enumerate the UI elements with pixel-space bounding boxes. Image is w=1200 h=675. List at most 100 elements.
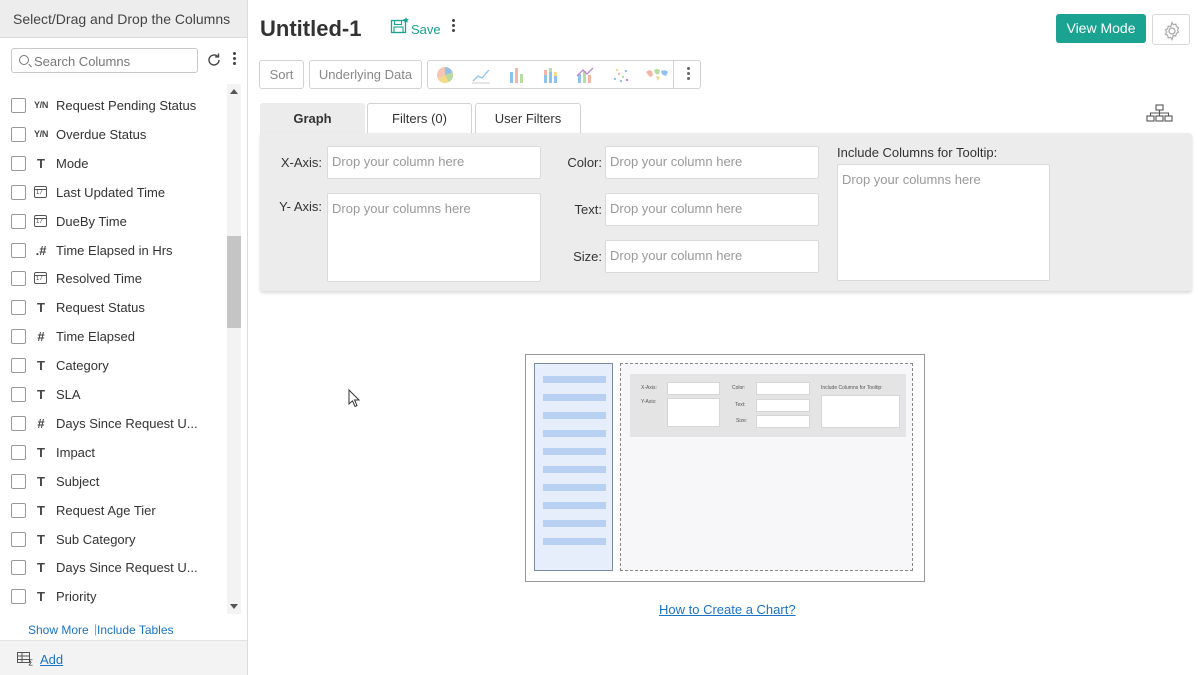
tooltip-label: Include Columns for Tooltip: <box>837 145 998 160</box>
tab-user-filters[interactable]: User Filters <box>475 103 581 133</box>
column-checkbox[interactable] <box>11 444 26 460</box>
stacked-bar-icon[interactable] <box>541 66 561 84</box>
column-checkbox[interactable] <box>11 329 26 345</box>
column-checkbox[interactable] <box>11 560 26 576</box>
filters-count: (0) <box>431 111 447 126</box>
mouse-cursor-icon <box>348 389 361 408</box>
column-item[interactable]: # Time Elapsed <box>0 322 228 351</box>
column-checkbox[interactable] <box>11 271 26 287</box>
date-type-icon <box>34 185 47 198</box>
report-title[interactable]: Untitled-1 <box>260 16 361 42</box>
column-checkbox[interactable] <box>11 155 26 171</box>
y-axis-drop-zone[interactable]: Drop your columns here <box>327 193 541 282</box>
tab-filters[interactable]: Filters (0) <box>367 103 472 133</box>
bar-chart-icon[interactable] <box>507 66 527 84</box>
column-item[interactable]: # Days Since Request U... <box>0 409 228 438</box>
column-item[interactable]: Last Updated Time <box>0 178 228 207</box>
column-item[interactable]: .# Time Elapsed in Hrs <box>0 236 228 265</box>
column-label: Time Elapsed <box>56 329 135 345</box>
column-item[interactable]: T Subject <box>0 467 228 496</box>
text-type-icon: T <box>37 358 45 374</box>
pie-chart-icon[interactable] <box>435 66 455 84</box>
tab-filters-label: Filters <box>392 111 428 126</box>
column-checkbox[interactable] <box>11 300 26 316</box>
title-more-icon[interactable] <box>448 17 458 37</box>
column-checkbox[interactable] <box>11 184 26 200</box>
column-item[interactable]: Resolved Time <box>0 264 228 293</box>
hierarchy-icon[interactable] <box>1146 104 1174 122</box>
sidebar-more-icon[interactable] <box>229 50 239 72</box>
column-item[interactable]: T Request Status <box>0 293 228 322</box>
combo-chart-icon[interactable] <box>575 66 595 84</box>
illus-tooltip: Include Columns for Tooltip: <box>821 385 883 391</box>
column-checkbox[interactable] <box>11 98 26 113</box>
text-type-icon: T <box>37 473 45 489</box>
show-more-link[interactable]: Show More <box>28 623 89 637</box>
illus-color: Color: <box>732 385 746 391</box>
column-item[interactable]: T Category <box>0 351 228 380</box>
illus-sidebar <box>534 363 613 571</box>
color-drop-zone[interactable]: Drop your column here <box>605 146 819 179</box>
column-checkbox[interactable] <box>11 502 26 518</box>
illus-text: Text: <box>735 402 746 408</box>
text-type-icon: T <box>37 589 45 605</box>
column-checkbox[interactable] <box>11 415 26 431</box>
column-checkbox[interactable] <box>11 589 26 605</box>
column-item[interactable]: DueBy Time <box>0 207 228 236</box>
sort-button[interactable]: Sort <box>259 60 304 89</box>
tooltip-drop-zone[interactable]: Drop your columns here <box>837 164 1050 281</box>
text-type-icon: T <box>37 444 45 460</box>
include-tables-link[interactable]: Include Tables <box>97 623 174 637</box>
column-label: Request Pending Status <box>56 98 197 113</box>
column-checkbox[interactable] <box>11 126 26 142</box>
view-mode-button[interactable]: View Mode <box>1056 14 1146 43</box>
sidebar-footer-links: Show More | Include Tables <box>0 619 247 639</box>
column-item[interactable]: T Mode <box>0 149 228 178</box>
column-label: Resolved Time <box>56 271 142 287</box>
x-axis-drop-zone[interactable]: Drop your column here <box>327 146 541 179</box>
refresh-icon[interactable] <box>206 52 222 68</box>
column-checkbox[interactable] <box>11 531 26 547</box>
save-button[interactable]: Save <box>390 16 441 38</box>
text-drop-zone[interactable]: Drop your column here <box>605 193 819 226</box>
column-item[interactable]: T Sub Category <box>0 525 228 554</box>
column-item[interactable]: Y/N Request Pending Status <box>0 91 228 120</box>
column-label: Request Status <box>56 300 145 316</box>
column-item[interactable]: Y/N Overdue Status <box>0 120 228 149</box>
chart-more-icon[interactable] <box>683 65 693 85</box>
search-box[interactable] <box>11 48 198 73</box>
settings-button[interactable] <box>1152 14 1190 45</box>
date-type-icon <box>34 272 47 285</box>
save-label: Save <box>411 22 441 37</box>
tab-graph[interactable]: Graph <box>260 103 365 134</box>
column-checkbox[interactable] <box>11 242 26 258</box>
underlying-data-button[interactable]: Underlying Data <box>309 60 422 89</box>
column-checkbox[interactable] <box>11 387 26 402</box>
column-item[interactable]: T Priority <box>0 582 228 611</box>
boolean-type-icon: Y/N <box>33 128 49 139</box>
column-checkbox[interactable] <box>11 213 26 229</box>
column-item[interactable]: T Request Age Tier <box>0 496 228 525</box>
line-chart-icon[interactable] <box>471 66 491 84</box>
column-item[interactable]: T SLA <box>0 380 228 409</box>
map-chart-icon[interactable] <box>644 66 670 84</box>
illus-y-axis: Y-Axis: <box>641 399 657 405</box>
column-label: Request Age Tier <box>56 502 156 518</box>
sidebar-scrollbar[interactable] <box>227 84 241 614</box>
column-checkbox[interactable] <box>11 358 26 374</box>
scroll-up-icon[interactable] <box>230 89 238 94</box>
text-type-icon: T <box>37 502 45 518</box>
number-type-icon: # <box>37 329 45 345</box>
column-item[interactable]: T Days Since Request U... <box>0 553 228 582</box>
search-input[interactable] <box>34 52 194 70</box>
scatter-chart-icon[interactable] <box>611 66 631 84</box>
illus-size: Size: <box>736 418 748 424</box>
scroll-thumb[interactable] <box>227 236 241 328</box>
column-item[interactable]: T Impact <box>0 438 228 467</box>
scroll-down-icon[interactable] <box>230 604 238 609</box>
add-formula-link[interactable]: Add <box>40 652 63 667</box>
how-to-create-chart-link[interactable]: How to Create a Chart? <box>659 602 796 617</box>
y-axis-label: Y- Axis: <box>279 199 322 214</box>
column-checkbox[interactable] <box>11 473 26 489</box>
size-drop-zone[interactable]: Drop your column here <box>605 240 819 273</box>
